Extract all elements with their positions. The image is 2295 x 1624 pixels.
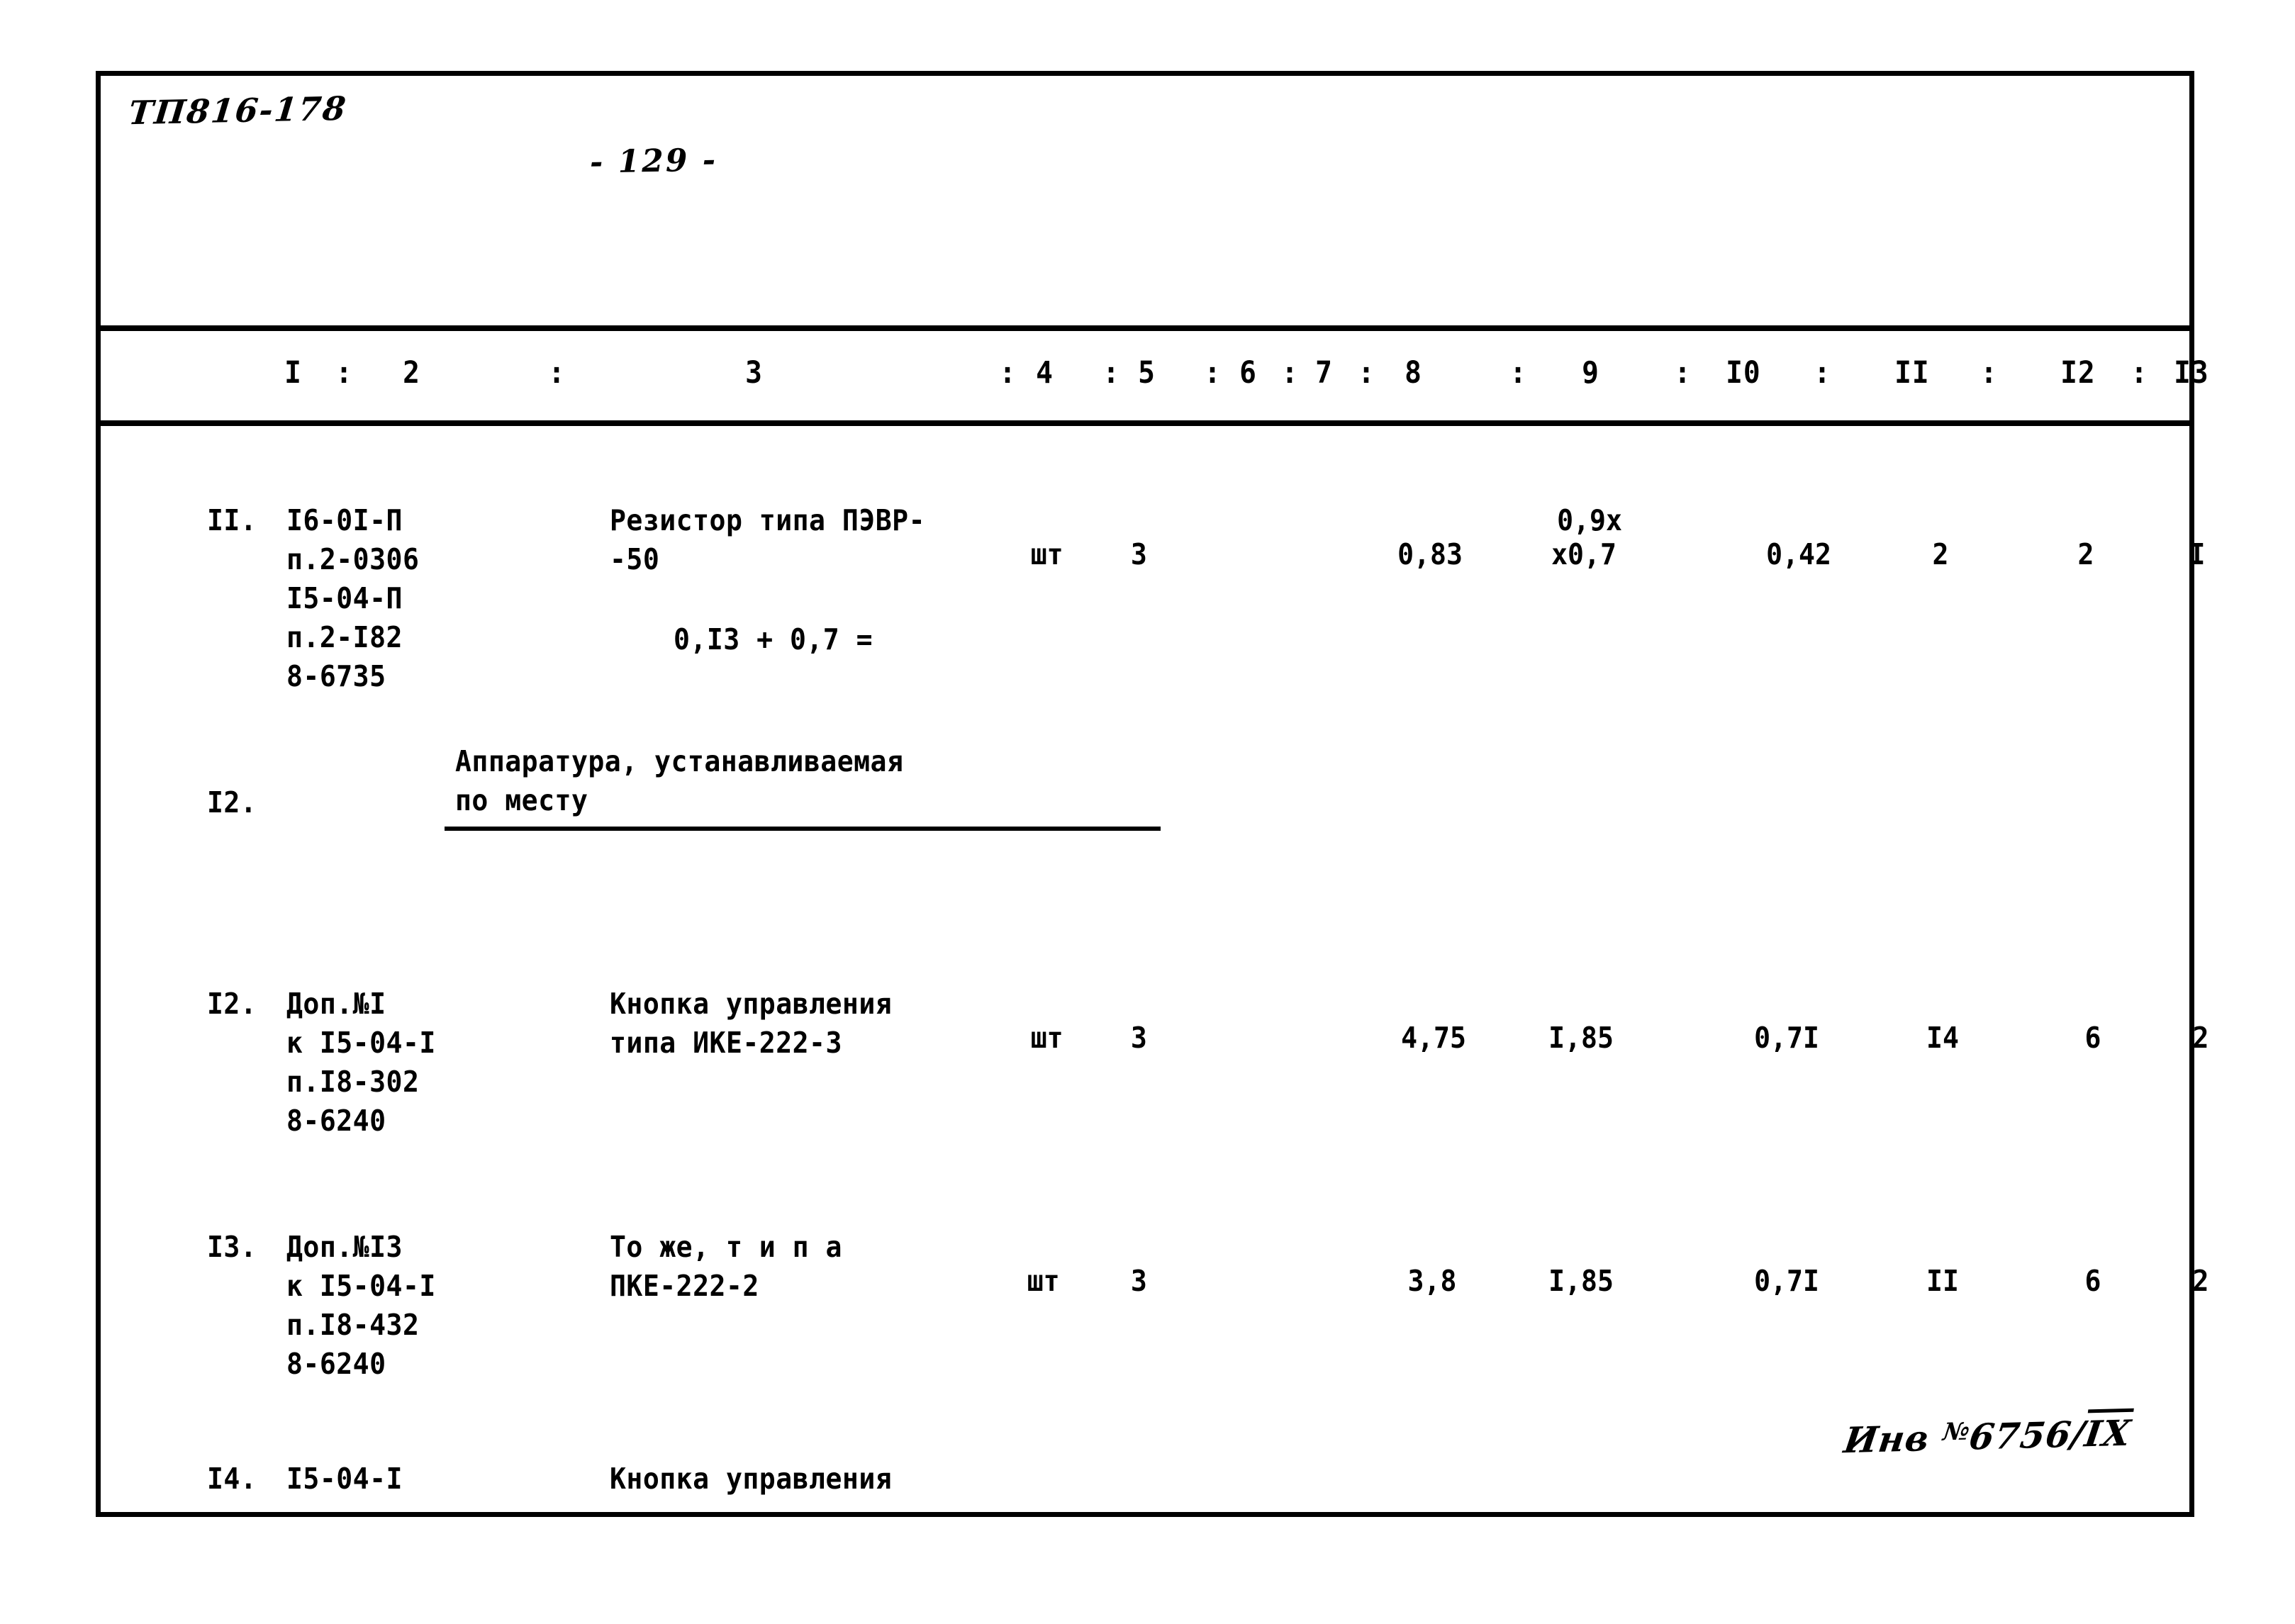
row-formula: 0,I3 + 0,7 = bbox=[674, 622, 873, 656]
row-value: x0,7 bbox=[1551, 537, 1616, 571]
column-separator: : bbox=[1358, 355, 1375, 391]
row-value: 4,75 bbox=[1401, 1021, 1466, 1055]
column-number: 3 bbox=[745, 355, 763, 391]
row-description: Кнопка управления bbox=[610, 1462, 893, 1496]
column-separator: : bbox=[999, 355, 1017, 391]
row-value: II bbox=[1926, 1264, 1959, 1298]
row-sequence-number: I3. bbox=[207, 1230, 257, 1264]
row-value: 6 bbox=[2084, 1264, 2101, 1298]
header-rule-top bbox=[96, 325, 2194, 331]
column-separator: : bbox=[1814, 355, 1831, 391]
column-number: I0 bbox=[1726, 355, 1761, 391]
column-header-row: I:2:3:4:5:6:7:8:9: I0: II: I2: I3 bbox=[101, 331, 2209, 420]
row-unit: шт bbox=[1030, 537, 1063, 571]
column-separator: : bbox=[1509, 355, 1527, 391]
row-sequence-number: I2. bbox=[207, 987, 257, 1021]
row-value: I,85 bbox=[1548, 1021, 1614, 1055]
column-separator: : bbox=[1980, 355, 1998, 391]
column-number: 6 bbox=[1239, 355, 1257, 391]
row-value: 0,83 bbox=[1397, 537, 1463, 571]
column-number: 8 bbox=[1405, 355, 1422, 391]
inventory-stamp-suffix: IX bbox=[2082, 1411, 2134, 1455]
row-code-reference: I6-0I-П п.2-0306 I5-04-П п.2-I82 8-6735 bbox=[286, 503, 420, 693]
document-code: ТП816-178 bbox=[126, 89, 349, 133]
header-rule-bottom bbox=[96, 420, 2194, 426]
column-separator: : bbox=[1204, 355, 1222, 391]
row-unit: шт bbox=[1030, 1021, 1063, 1055]
row-value: I,85 bbox=[1548, 1264, 1614, 1298]
column-separator: : bbox=[1102, 355, 1120, 391]
row-value: I bbox=[2189, 537, 2206, 571]
column-separator: : bbox=[335, 355, 353, 391]
column-number: 7 bbox=[1315, 355, 1333, 391]
document-header: ТП816-178 - 129 - bbox=[101, 76, 2189, 324]
row-value: 3,8 bbox=[1407, 1264, 1457, 1298]
column-number: I2 bbox=[2060, 355, 2096, 391]
column-separator: : bbox=[548, 355, 566, 391]
row-sequence-number: I2. bbox=[207, 785, 257, 819]
row-value: 2 bbox=[2192, 1264, 2209, 1298]
row-code-reference: I5-04-I bbox=[286, 1462, 403, 1496]
column-number: 5 bbox=[1138, 355, 1156, 391]
section-caption-underline bbox=[445, 827, 1161, 831]
row-quantity: 3 bbox=[1130, 1264, 1147, 1298]
row-sequence-number: I4. bbox=[207, 1462, 257, 1496]
row-unit: шт bbox=[1027, 1264, 1060, 1298]
row-quantity: 3 bbox=[1130, 537, 1147, 571]
row-description: То же, т и п а ПКЕ-222-2 bbox=[610, 1230, 842, 1303]
inventory-stamp-number: 6756/ bbox=[1966, 1413, 2088, 1458]
page-frame: ТП816-178 - 129 - I:2:3:4:5:6:7:8:9: I0: I… bbox=[96, 71, 2209, 1517]
row-value: I4 bbox=[1926, 1021, 1959, 1055]
row-value: 0,7I bbox=[1754, 1021, 1819, 1055]
row-description: Резистор типа ПЭВР- -50 bbox=[610, 503, 926, 576]
row-value: 2 bbox=[2077, 537, 2094, 571]
row-value: 0,42 bbox=[1766, 537, 1831, 571]
column-number: II bbox=[1894, 355, 1930, 391]
numero-icon: № bbox=[1941, 1417, 1972, 1447]
inventory-stamp: Инв №6756/IX bbox=[1841, 1412, 2133, 1462]
column-separator: : bbox=[1674, 355, 1692, 391]
inventory-stamp-prefix: Инв bbox=[1841, 1416, 1945, 1462]
row-value: 0,7I bbox=[1754, 1264, 1819, 1298]
row-value: 6 bbox=[2084, 1021, 2101, 1055]
row-code-reference: Доп.№I3 к I5-04-I п.I8-432 8-6240 bbox=[286, 1230, 436, 1381]
column-separator: : bbox=[2131, 355, 2148, 391]
section-caption: Аппаратура, устанавливаемая по месту bbox=[455, 744, 904, 817]
column-number: 4 bbox=[1036, 355, 1054, 391]
column-separator: : bbox=[1281, 355, 1299, 391]
row-value: 2 bbox=[1932, 537, 1949, 571]
row-sequence-number: II. bbox=[207, 503, 257, 537]
row-code-reference: Доп.№I к I5-04-I п.I8-302 8-6240 bbox=[286, 987, 436, 1138]
row-value: 0,9x bbox=[1557, 503, 1622, 537]
column-number: I3 bbox=[2174, 355, 2209, 391]
column-number: 9 bbox=[1582, 355, 1599, 391]
column-number: 2 bbox=[403, 355, 420, 391]
page-number: - 129 - bbox=[589, 142, 718, 181]
column-number: I bbox=[284, 355, 302, 391]
row-description: Кнопка управления типа ИКЕ-222-3 bbox=[610, 987, 893, 1060]
row-value: 2 bbox=[2192, 1021, 2209, 1055]
row-quantity: 3 bbox=[1130, 1021, 1147, 1055]
